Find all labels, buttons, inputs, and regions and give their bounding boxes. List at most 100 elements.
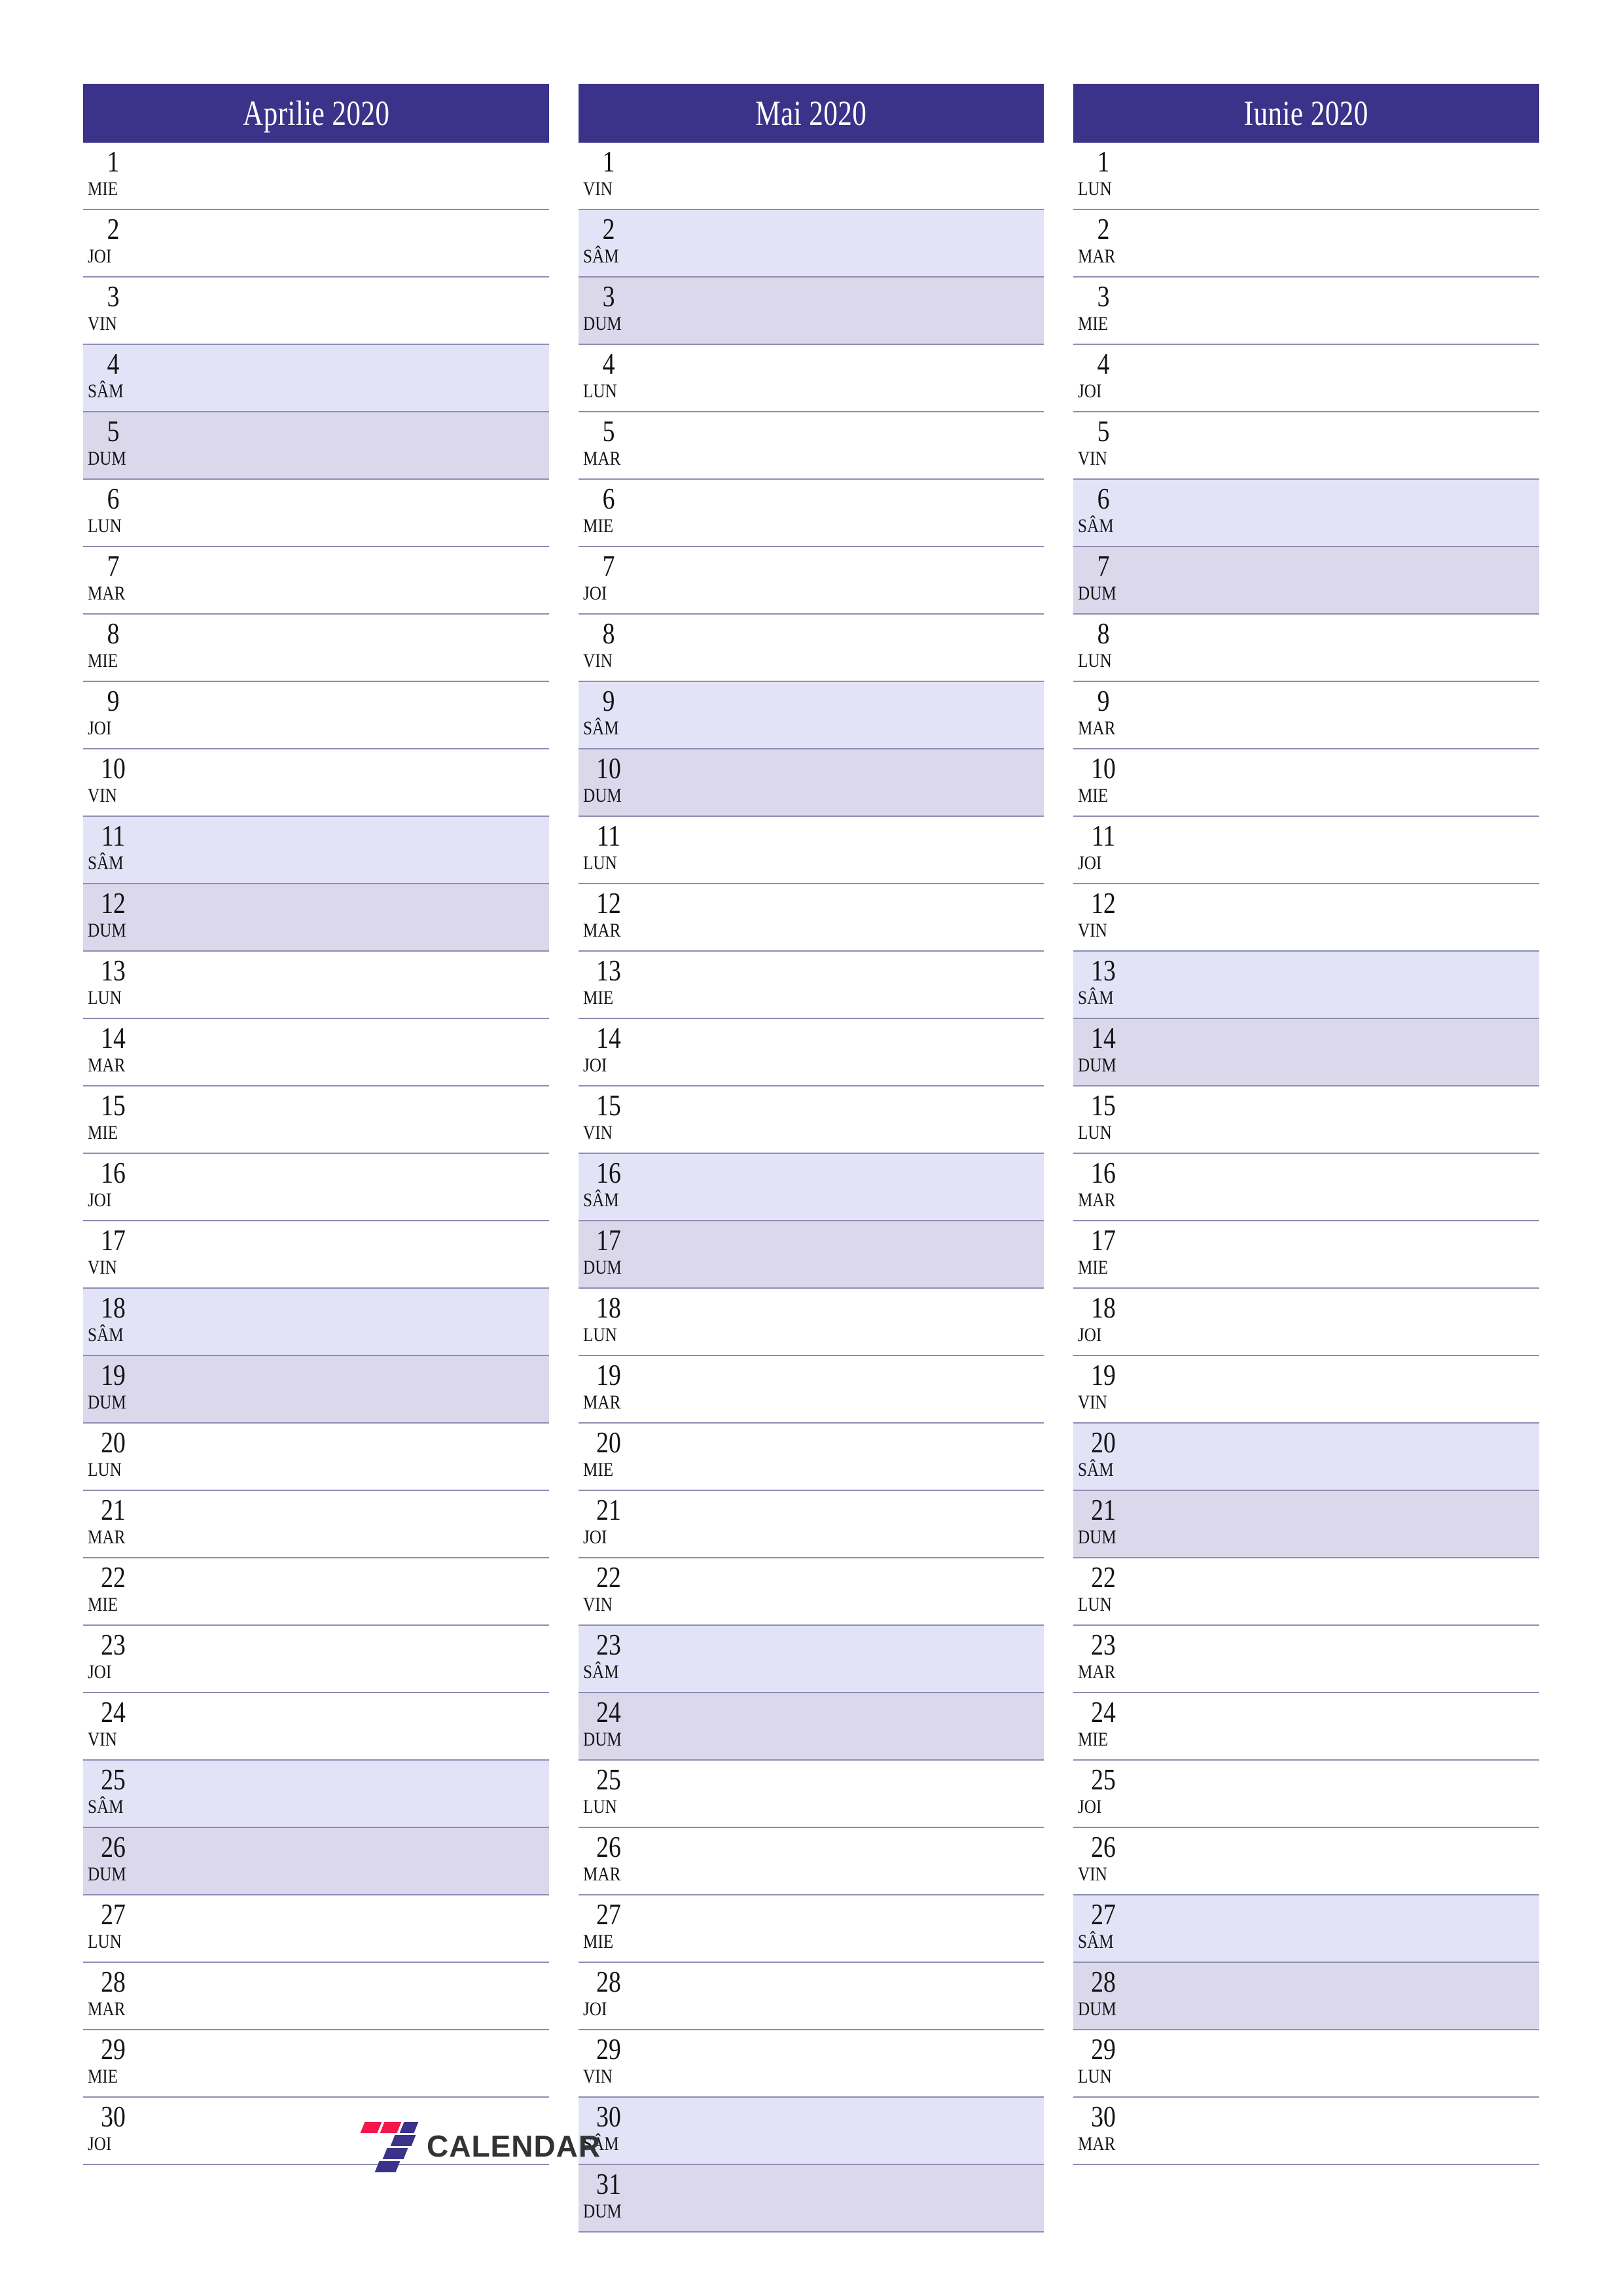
day-row[interactable]: 20 MIE xyxy=(578,1424,1044,1491)
day-row[interactable]: 18 SÂM xyxy=(83,1289,549,1356)
day-row[interactable]: 14 MAR xyxy=(83,1019,549,1086)
day-row[interactable]: 11 JOI xyxy=(1073,817,1540,884)
day-row[interactable]: 29 VIN xyxy=(578,2030,1044,2098)
day-row[interactable]: 24 DUM xyxy=(578,1693,1044,1761)
day-row[interactable]: 22 LUN xyxy=(1073,1558,1540,1626)
day-row[interactable]: 9 SÂM xyxy=(578,682,1044,749)
day-number: 17 xyxy=(596,1223,621,1257)
day-row[interactable]: 19 VIN xyxy=(1073,1356,1540,1424)
day-row[interactable]: 3 VIN xyxy=(83,278,549,345)
day-row[interactable]: 27 MIE xyxy=(578,1895,1044,1963)
day-row[interactable]: 27 SÂM xyxy=(1073,1895,1540,1963)
day-row[interactable]: 12 MAR xyxy=(578,884,1044,952)
day-row[interactable]: 25 LUN xyxy=(578,1761,1044,1828)
day-row[interactable]: 19 DUM xyxy=(83,1356,549,1424)
day-row[interactable]: 1 VIN xyxy=(578,143,1044,210)
day-row[interactable]: 17 MIE xyxy=(1073,1221,1540,1289)
day-row[interactable]: 2 JOI xyxy=(83,210,549,278)
day-row[interactable]: 28 JOI xyxy=(578,1963,1044,2030)
day-row[interactable]: 7 JOI xyxy=(578,547,1044,615)
day-row[interactable]: 4 SÂM xyxy=(83,345,549,412)
day-row[interactable]: 13 LUN xyxy=(83,952,549,1019)
day-row[interactable]: 22 VIN xyxy=(578,1558,1044,1626)
day-row[interactable]: 12 VIN xyxy=(1073,884,1540,952)
day-row[interactable]: 5 MAR xyxy=(578,412,1044,480)
day-row[interactable]: 23 SÂM xyxy=(578,1626,1044,1693)
day-row[interactable]: 1 LUN xyxy=(1073,143,1540,210)
day-row[interactable]: 8 MIE xyxy=(83,615,549,682)
day-row[interactable]: 24 VIN xyxy=(83,1693,549,1761)
day-row[interactable]: 16 SÂM xyxy=(578,1154,1044,1221)
day-row[interactable]: 30 MAR xyxy=(1073,2098,1540,2165)
day-row[interactable]: 28 DUM xyxy=(1073,1963,1540,2030)
day-row[interactable]: 30 SÂM xyxy=(578,2098,1044,2165)
day-row[interactable]: 29 LUN xyxy=(1073,2030,1540,2098)
day-row[interactable]: 19 MAR xyxy=(578,1356,1044,1424)
day-row[interactable]: 6 MIE xyxy=(578,480,1044,547)
day-row[interactable]: 21 JOI xyxy=(578,1491,1044,1558)
day-row[interactable]: 5 VIN xyxy=(1073,412,1540,480)
day-row[interactable]: 2 SÂM xyxy=(578,210,1044,278)
day-row[interactable]: 11 LUN xyxy=(578,817,1044,884)
day-row[interactable]: 16 JOI xyxy=(83,1154,549,1221)
day-row[interactable]: 7 DUM xyxy=(1073,547,1540,615)
logo-wordmark: CALENDAR xyxy=(427,2129,601,2163)
day-row[interactable]: 8 VIN xyxy=(578,615,1044,682)
day-number: 30 xyxy=(101,2100,126,2133)
day-row[interactable]: 23 MAR xyxy=(1073,1626,1540,1693)
day-row[interactable]: 20 LUN xyxy=(83,1424,549,1491)
day-row[interactable]: 25 JOI xyxy=(1073,1761,1540,1828)
day-row[interactable]: 3 DUM xyxy=(578,278,1044,345)
day-row[interactable]: 28 MAR xyxy=(83,1963,549,2030)
day-row[interactable]: 26 VIN xyxy=(1073,1828,1540,1895)
day-row[interactable]: 16 MAR xyxy=(1073,1154,1540,1221)
day-row[interactable]: 18 JOI xyxy=(1073,1289,1540,1356)
day-row[interactable]: 4 JOI xyxy=(1073,345,1540,412)
day-row[interactable]: 9 JOI xyxy=(83,682,549,749)
day-number: 1 xyxy=(602,145,615,178)
day-row[interactable]: 25 SÂM xyxy=(83,1761,549,1828)
day-row[interactable]: 7 MAR xyxy=(83,547,549,615)
day-row[interactable]: 5 DUM xyxy=(83,412,549,480)
day-row[interactable]: 21 MAR xyxy=(83,1491,549,1558)
day-row[interactable]: 23 JOI xyxy=(83,1626,549,1693)
day-row[interactable]: 12 DUM xyxy=(83,884,549,952)
day-row[interactable]: 14 JOI xyxy=(578,1019,1044,1086)
day-row[interactable]: 3 MIE xyxy=(1073,278,1540,345)
day-row[interactable]: 17 VIN xyxy=(83,1221,549,1289)
day-row[interactable]: 6 SÂM xyxy=(1073,480,1540,547)
day-row[interactable]: 21 DUM xyxy=(1073,1491,1540,1558)
day-row[interactable]: 14 DUM xyxy=(1073,1019,1540,1086)
day-row[interactable]: 15 LUN xyxy=(1073,1086,1540,1154)
day-row[interactable]: 17 DUM xyxy=(578,1221,1044,1289)
day-row[interactable]: 10 VIN xyxy=(83,749,549,817)
day-row[interactable]: 18 LUN xyxy=(578,1289,1044,1356)
day-weekday-label: VIN xyxy=(88,313,117,334)
day-row[interactable]: 13 MIE xyxy=(578,952,1044,1019)
day-weekday-label: DUM xyxy=(1078,1054,1117,1076)
day-row[interactable]: 26 MAR xyxy=(578,1828,1044,1895)
day-row[interactable]: 10 DUM xyxy=(578,749,1044,817)
day-row[interactable]: 15 VIN xyxy=(578,1086,1044,1154)
day-row[interactable]: 4 LUN xyxy=(578,345,1044,412)
day-row[interactable]: 22 MIE xyxy=(83,1558,549,1626)
day-row[interactable]: 13 SÂM xyxy=(1073,952,1540,1019)
day-row[interactable]: 1 MIE xyxy=(83,143,549,210)
day-row[interactable]: 20 SÂM xyxy=(1073,1424,1540,1491)
day-row[interactable]: 26 DUM xyxy=(83,1828,549,1895)
day-row[interactable]: 9 MAR xyxy=(1073,682,1540,749)
day-row[interactable]: 29 MIE xyxy=(83,2030,549,2098)
day-row[interactable]: 11 SÂM xyxy=(83,817,549,884)
day-row[interactable]: 10 MIE xyxy=(1073,749,1540,817)
day-row[interactable]: 24 MIE xyxy=(1073,1693,1540,1761)
day-number: 25 xyxy=(596,1763,621,1796)
day-weekday-label: VIN xyxy=(1078,1863,1108,1885)
day-row[interactable]: 8 LUN xyxy=(1073,615,1540,682)
day-row[interactable]: 15 MIE xyxy=(83,1086,549,1154)
day-row[interactable]: 6 LUN xyxy=(83,480,549,547)
day-row[interactable]: 27 LUN xyxy=(83,1895,549,1963)
day-number: 13 xyxy=(596,954,621,987)
day-weekday-label: MAR xyxy=(582,1391,621,1413)
day-row[interactable]: 31 DUM xyxy=(578,2165,1044,2233)
day-row[interactable]: 2 MAR xyxy=(1073,210,1540,278)
